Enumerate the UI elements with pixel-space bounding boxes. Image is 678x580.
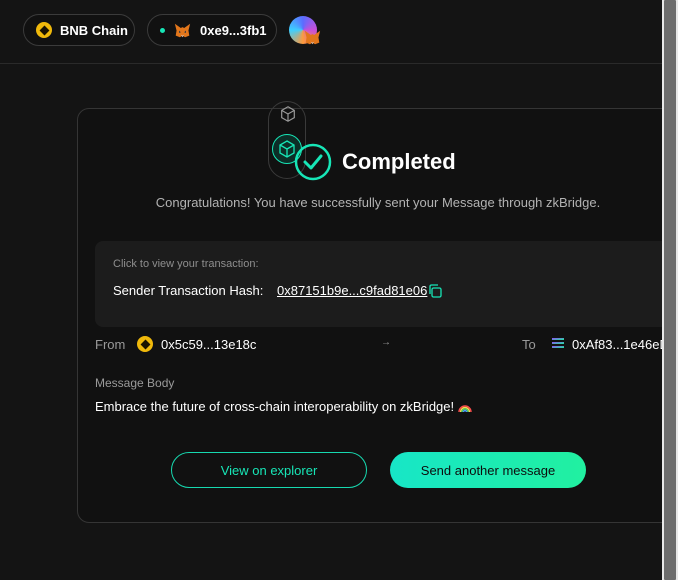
top-bar: BNB Chain 0xe9...3fb1 [0,0,662,64]
rainbow-emoji-icon [458,404,472,412]
view-on-explorer-button[interactable]: View on explorer [171,452,367,488]
arrow-icon: → [381,337,391,348]
tx-label: Sender Transaction Hash: [113,283,264,298]
wallet-address: 0xe9...3fb1 [200,22,267,38]
to-label: To [522,337,536,352]
from-label: From [95,337,126,352]
metamask-fox-icon [174,23,191,37]
transaction-box: Click to view your transaction: Sender T… [95,241,678,327]
message-label: Message Body [95,376,175,390]
wallet-button[interactable]: 0xe9...3fb1 [147,14,277,46]
send-another-message-button[interactable]: Send another message [390,452,586,488]
message-body: Embrace the future of cross-chain intero… [95,399,472,414]
message-text: Embrace the future of cross-chain intero… [95,399,455,414]
scrollbar[interactable] [662,0,678,580]
metamask-fox-icon [304,30,321,45]
connected-status-dot [160,27,165,33]
scrollbar-thumb[interactable] [664,0,676,580]
chain-selector[interactable]: BNB Chain [23,14,135,46]
chain-logo-icon [552,338,564,348]
bnb-chain-icon [36,22,52,38]
cube-icon [281,106,295,122]
to-address: 0xAf83...1e46eD [572,337,669,352]
from-address: 0x5c59...13e18c [161,337,257,352]
congrats-text: Congratulations! You have successfully s… [155,195,601,210]
message-status-card: Completed Congratulations! You have succ… [77,101,678,523]
tx-hash-link[interactable]: 0x87151b9e...c9fad81e06 [277,283,427,298]
tx-hint: Click to view your transaction: [113,258,259,270]
bnb-chain-icon [137,336,153,352]
status-title: Completed [342,149,456,174]
chain-label: BNB Chain [60,22,128,38]
check-circle-icon [294,143,332,181]
copy-icon[interactable] [428,284,442,298]
